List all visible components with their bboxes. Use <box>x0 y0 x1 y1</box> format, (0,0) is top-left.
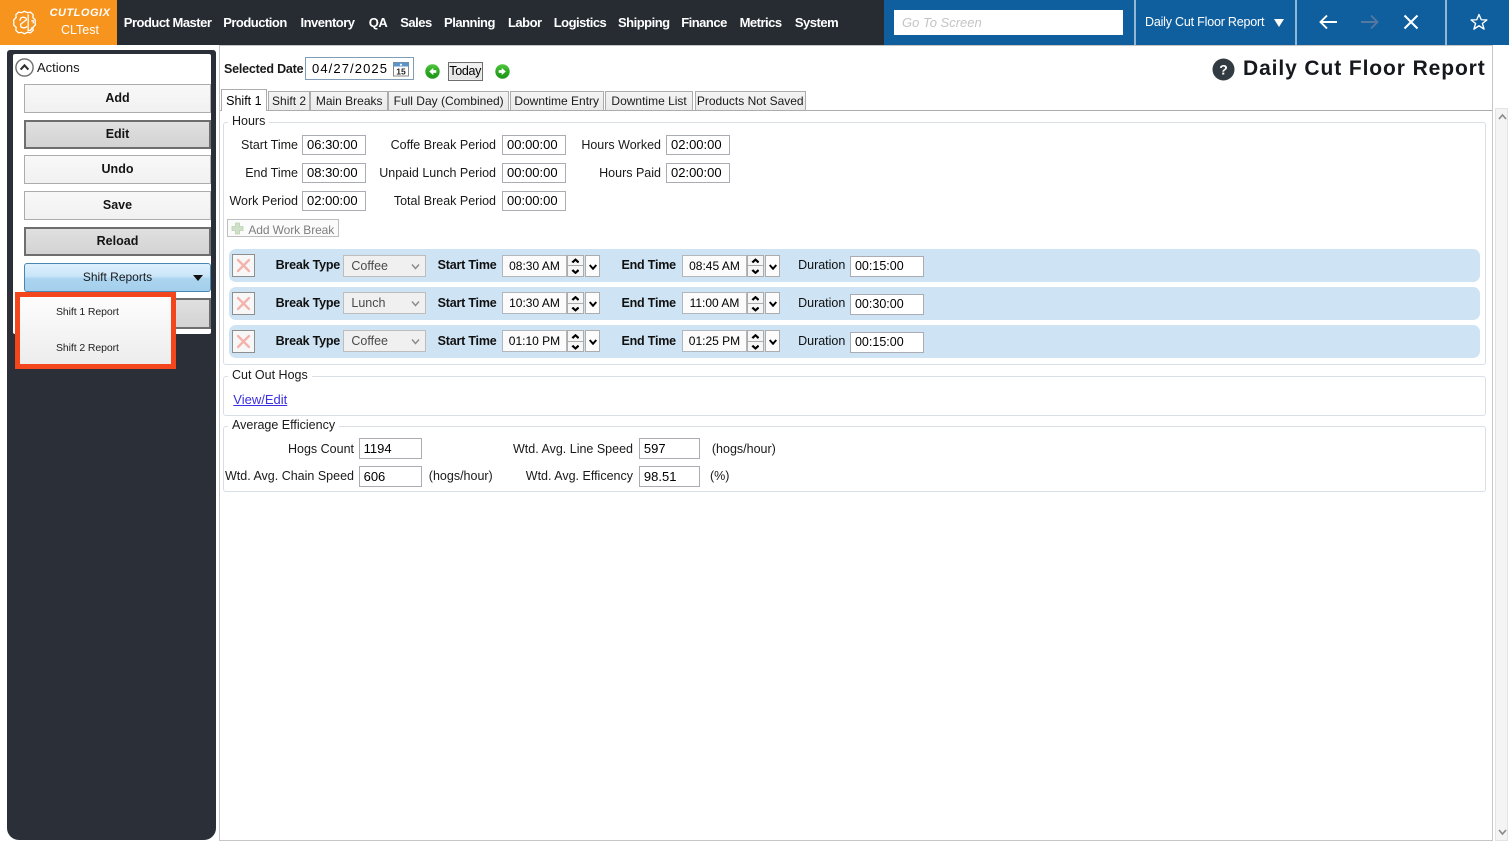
svg-text:15: 15 <box>396 67 406 77</box>
svg-text:?: ? <box>1219 62 1228 78</box>
